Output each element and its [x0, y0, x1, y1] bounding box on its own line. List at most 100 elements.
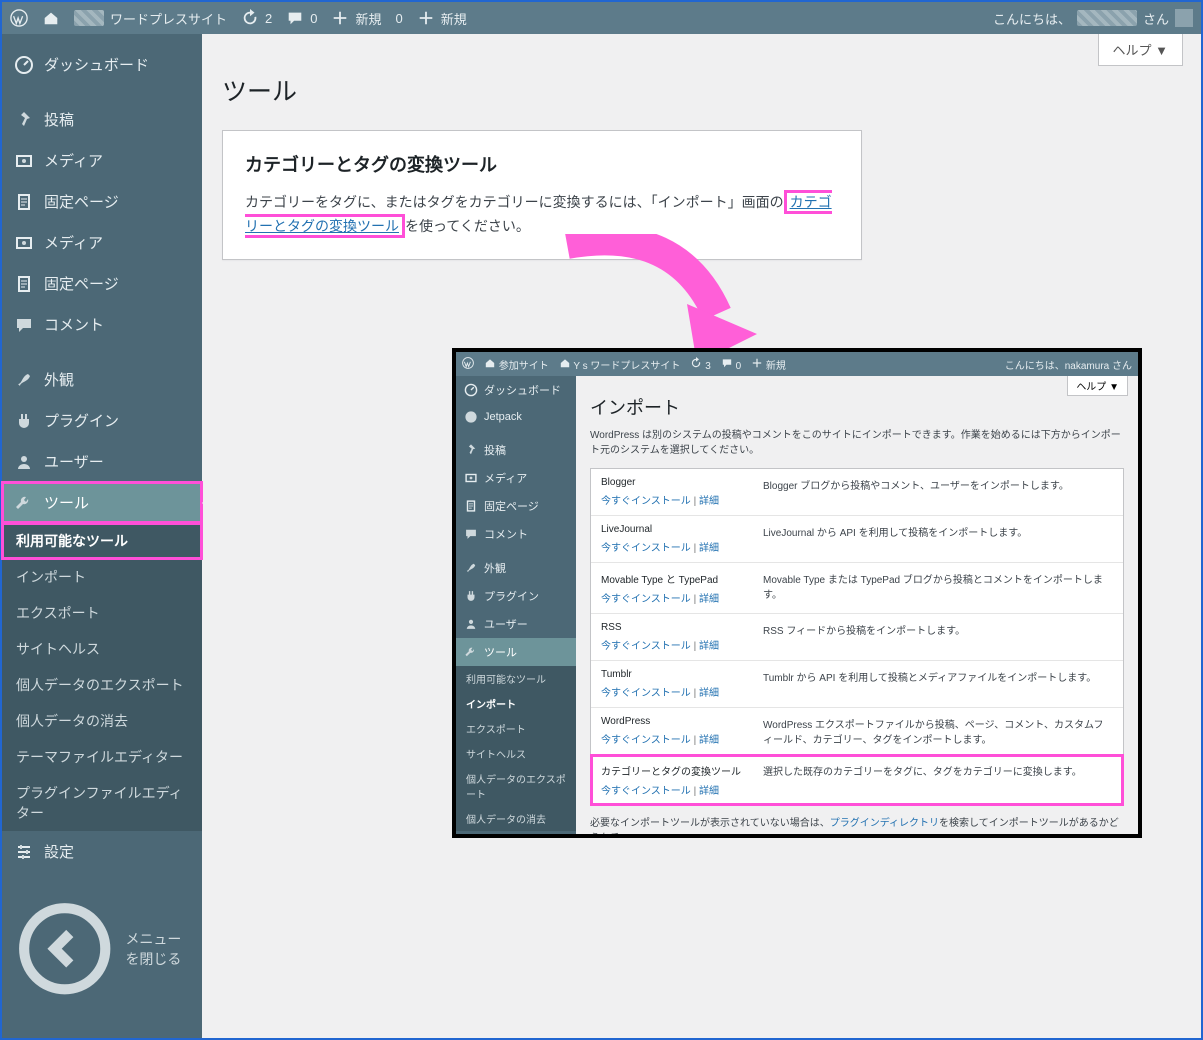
importer-row: WordPress今すぐインストール | 詳細WordPress エクスポートフ…	[591, 708, 1123, 755]
plugin-icon	[14, 411, 34, 431]
user-icon	[14, 452, 34, 472]
inner-si-erase-personal[interactable]: 個人データの消去	[456, 806, 576, 831]
install-link[interactable]: 今すぐインストール	[601, 688, 691, 699]
sidebar-item-media[interactable]: メディア	[2, 140, 202, 181]
sidebar-item-pages[interactable]: 固定ページ	[2, 181, 202, 222]
greeting[interactable]: こんにちは、さん	[993, 9, 1193, 28]
inner-updates[interactable]: 3	[690, 357, 710, 372]
sidebar-item-media-2[interactable]: メディア	[2, 222, 202, 263]
inner-mi-plugins[interactable]: プラグイン	[456, 582, 576, 610]
inner-screenshot: 参加サイト Y s ワードプレスサイト 3 0 新規 こんにちは、nakamur…	[452, 348, 1142, 838]
inner-mi-comments[interactable]: コメント	[456, 520, 576, 548]
inner-mi-pages[interactable]: 固定ページ	[456, 492, 576, 520]
importer-desc: Blogger ブログから投稿やコメント、ユーザーをインポートします。	[763, 477, 1113, 507]
comments-link[interactable]: 0	[286, 9, 317, 27]
inner-comments[interactable]: 0	[721, 357, 741, 372]
sidebar-item-settings[interactable]: 設定	[2, 831, 202, 872]
collapse-menu[interactable]: メニューを閉じる	[2, 886, 202, 1011]
install-link[interactable]: 今すぐインストール	[601, 641, 691, 652]
inner-mi-appearance[interactable]: 外観	[456, 554, 576, 582]
submenu-export-personal[interactable]: 個人データのエクスポート	[2, 667, 202, 703]
install-link[interactable]: 今すぐインストール	[601, 735, 691, 746]
wrench-icon	[14, 493, 34, 513]
inner-si-health[interactable]: サイトヘルス	[456, 741, 576, 766]
site-title[interactable]: ワードプレスサイト	[74, 9, 227, 28]
importer-desc: LiveJournal から API を利用して投稿をインポートします。	[763, 524, 1113, 554]
join-sites[interactable]: 参加サイト	[484, 357, 549, 372]
sidebar-item-posts[interactable]: 投稿	[2, 99, 202, 140]
detail-link[interactable]: 詳細	[699, 496, 719, 507]
sliders-icon	[14, 842, 34, 862]
submenu-import[interactable]: インポート	[2, 559, 202, 595]
importer-name: Tumblr	[601, 669, 751, 680]
importer-desc: Tumblr から API を利用して投稿とメディアファイルをインポートします。	[763, 669, 1113, 699]
updates-link[interactable]: 2	[241, 9, 272, 27]
inner-mi-settings[interactable]: 設定	[456, 831, 576, 834]
inner-si-available[interactable]: 利用可能なツール	[456, 666, 576, 691]
wp-logo[interactable]	[462, 357, 474, 372]
install-link[interactable]: 今すぐインストール	[601, 496, 691, 507]
submenu-theme-editor[interactable]: テーマファイルエディター	[2, 739, 202, 775]
help-tab[interactable]: ヘルプ ▼	[1098, 34, 1183, 66]
refresh-icon	[241, 9, 259, 27]
inner-submenu: 利用可能なツール インポート エクスポート サイトヘルス 個人データのエクスポー…	[456, 666, 576, 831]
inner-mi-tools[interactable]: ツール	[456, 638, 576, 666]
sidebar-item-users[interactable]: ユーザー	[2, 441, 202, 482]
sidebar-item-dashboard[interactable]: ダッシュボード	[2, 44, 202, 85]
avatar	[1175, 9, 1193, 27]
new-link-2[interactable]: 新規	[417, 9, 467, 28]
submenu-export[interactable]: エクスポート	[2, 595, 202, 631]
importer-name: LiveJournal	[601, 524, 751, 535]
plugin-directory-link[interactable]: プラグインディレクトリ	[830, 818, 939, 829]
submenu-site-health[interactable]: サイトヘルス	[2, 631, 202, 667]
new-link[interactable]: 新規	[331, 9, 381, 28]
inner-si-import[interactable]: インポート	[456, 691, 576, 716]
detail-link[interactable]: 詳細	[699, 543, 719, 554]
media-icon	[14, 233, 34, 253]
sidebar-item-tools[interactable]: ツール	[2, 482, 202, 523]
sidebar-item-comments[interactable]: コメント	[2, 304, 202, 345]
plus-icon	[331, 9, 349, 27]
wp-logo[interactable]	[10, 9, 28, 27]
install-link[interactable]: 今すぐインストール	[601, 543, 691, 554]
inner-admin-bar: 参加サイト Y s ワードプレスサイト 3 0 新規 こんにちは、nakamur…	[456, 352, 1138, 376]
submenu-available-tools[interactable]: 利用可能なツール	[2, 523, 202, 559]
card-heading: カテゴリーとタグの変換ツール	[245, 151, 839, 177]
media-icon	[14, 151, 34, 171]
sidebar-item-appearance[interactable]: 外観	[2, 359, 202, 400]
count-0[interactable]: 0	[396, 11, 403, 26]
sidebar-item-plugins[interactable]: プラグイン	[2, 400, 202, 441]
sidebar-submenu-tools: 利用可能なツール インポート エクスポート サイトヘルス 個人データのエクスポー…	[2, 523, 202, 831]
inner-site-title[interactable]: Y s ワードプレスサイト	[559, 357, 681, 372]
inner-new[interactable]: 新規	[751, 357, 786, 372]
inner-mi-dashboard[interactable]: ダッシュボード	[456, 376, 576, 404]
page-icon	[14, 192, 34, 212]
submenu-plugin-editor[interactable]: プラグインファイルエディター	[2, 775, 202, 831]
inner-si-export-personal[interactable]: 個人データのエクスポート	[456, 766, 576, 806]
inner-help-tab[interactable]: ヘルプ ▼	[1067, 376, 1128, 396]
detail-link[interactable]: 詳細	[699, 641, 719, 652]
detail-link[interactable]: 詳細	[699, 688, 719, 699]
inner-mi-users[interactable]: ユーザー	[456, 610, 576, 638]
submenu-erase-personal[interactable]: 個人データの消去	[2, 703, 202, 739]
install-link[interactable]: 今すぐインストール	[601, 786, 691, 797]
importer-desc: 選択した既存のカテゴリーをタグに、タグをカテゴリーに変換します。	[763, 763, 1113, 797]
sidebar-item-pages-2[interactable]: 固定ページ	[2, 263, 202, 304]
inner-si-export[interactable]: エクスポート	[456, 716, 576, 741]
inner-greeting[interactable]: こんにちは、nakamura さん	[1005, 357, 1132, 372]
install-link[interactable]: 今すぐインストール	[601, 594, 691, 605]
home-link[interactable]	[42, 9, 60, 27]
inner-footnote: 必要なインポートツールが表示されていない場合は、プラグインディレクトリを検索して…	[590, 814, 1124, 834]
inner-mi-jetpack[interactable]: Jetpack	[456, 404, 576, 430]
admin-sidebar: ダッシュボード 投稿 メディア 固定ページ メディア 固定ページ コメント 外観…	[2, 34, 202, 1038]
detail-link[interactable]: 詳細	[699, 594, 719, 605]
detail-link[interactable]: 詳細	[699, 735, 719, 746]
collapse-icon	[14, 898, 115, 999]
importer-row: カテゴリーとタグの変換ツール今すぐインストール | 詳細選択した既存のカテゴリー…	[591, 755, 1123, 805]
inner-mi-media[interactable]: メディア	[456, 464, 576, 492]
blur-icon	[74, 10, 104, 26]
inner-mi-posts[interactable]: 投稿	[456, 436, 576, 464]
importer-desc: WordPress エクスポートファイルから投稿、ページ、コメント、カスタムフィ…	[763, 716, 1113, 746]
admin-bar: ワードプレスサイト 2 0 新規 0 新規 こんにちは、さん	[2, 2, 1201, 34]
detail-link[interactable]: 詳細	[699, 786, 719, 797]
